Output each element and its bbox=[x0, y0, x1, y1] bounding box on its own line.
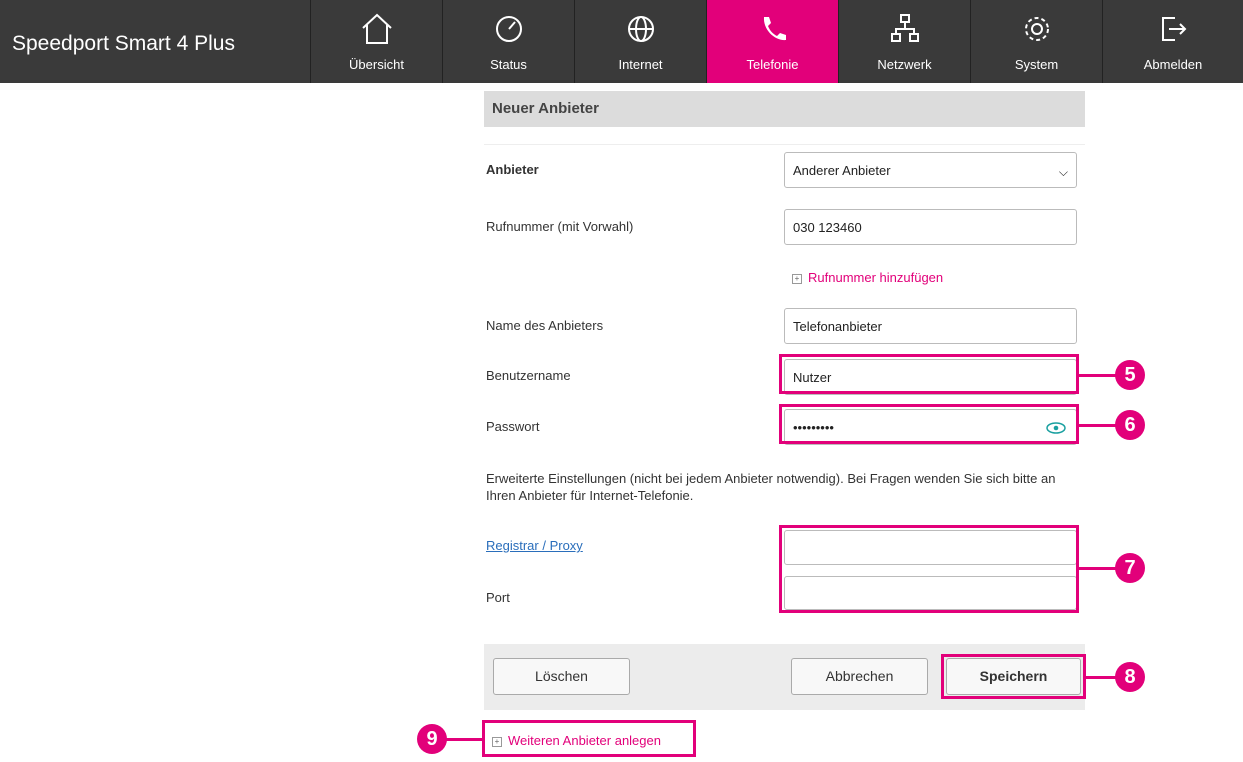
callout-badge-9: 9 bbox=[417, 724, 447, 754]
logout-icon bbox=[1162, 17, 1187, 41]
highlight-box-save bbox=[941, 654, 1086, 699]
phone-label: Rufnummer (mit Vorwahl) bbox=[486, 219, 634, 234]
network-icon bbox=[890, 14, 919, 42]
nav-item-status[interactable]: Status bbox=[442, 0, 574, 83]
highlight-box-add-provider bbox=[482, 720, 696, 757]
callout-line-6 bbox=[1079, 424, 1119, 427]
password-label: Passwort bbox=[486, 419, 540, 434]
panel-title: Neuer Anbieter bbox=[484, 91, 1085, 127]
brand-title: Speedport Smart 4 Plus bbox=[12, 32, 235, 55]
callout-badge-6: 6 bbox=[1115, 410, 1145, 440]
nav-item-internet[interactable]: Internet bbox=[574, 0, 706, 83]
nav-item-overview[interactable]: Übersicht bbox=[310, 0, 442, 83]
add-phone-number-label: Rufnummer hinzufügen bbox=[808, 270, 944, 285]
nav-label: Status bbox=[490, 57, 527, 72]
nav-item-logout[interactable]: Abmelden bbox=[1102, 0, 1243, 83]
username-label: Benutzername bbox=[486, 368, 571, 383]
plus-icon: + bbox=[792, 273, 802, 284]
nav-label: System bbox=[1014, 57, 1059, 72]
cancel-button[interactable]: Abbrechen bbox=[791, 658, 928, 695]
home-icon bbox=[361, 13, 392, 44]
provider-name-input[interactable]: Telefonanbieter bbox=[784, 308, 1077, 344]
provider-select[interactable]: Anderer Anbieter ⌵ bbox=[784, 152, 1077, 188]
chevron-down-icon: ⌵ bbox=[1058, 165, 1068, 179]
provider-label: Anbieter bbox=[486, 162, 539, 177]
highlight-box-advanced bbox=[779, 525, 1079, 613]
nav-label: Übersicht bbox=[349, 57, 404, 72]
nav-item-system[interactable]: System bbox=[970, 0, 1102, 83]
delete-button[interactable]: Löschen bbox=[493, 658, 630, 695]
phone-number-value: 030 123460 bbox=[793, 220, 862, 235]
callout-badge-8: 8 bbox=[1115, 662, 1145, 692]
advanced-settings-note: Erweiterte Einstellungen (nicht bei jede… bbox=[486, 471, 1056, 503]
nav-label: Abmelden bbox=[1143, 57, 1203, 72]
callout-badge-7: 7 bbox=[1115, 553, 1145, 583]
globe-icon bbox=[627, 16, 654, 42]
nav-label: Netzwerk bbox=[877, 57, 932, 72]
phone-icon bbox=[763, 17, 786, 41]
callout-line-5 bbox=[1079, 374, 1119, 377]
phone-number-input[interactable]: 030 123460 bbox=[784, 209, 1077, 245]
gear-icon bbox=[1024, 17, 1049, 41]
highlight-box-password bbox=[779, 404, 1079, 444]
add-phone-number-link[interactable]: + Rufnummer hinzufügen bbox=[792, 270, 943, 285]
provider-select-value: Anderer Anbieter bbox=[793, 163, 891, 178]
port-label: Port bbox=[486, 590, 510, 605]
nav-item-telephony[interactable]: Telefonie bbox=[706, 0, 838, 83]
callout-badge-5: 5 bbox=[1115, 360, 1145, 390]
nav-label: Telefonie bbox=[746, 57, 799, 72]
top-navigation-bar: Speedport Smart 4 Plus Übersicht Status … bbox=[0, 0, 1243, 83]
highlight-box-username bbox=[779, 354, 1079, 394]
callout-line-9 bbox=[446, 738, 482, 741]
nav-item-network[interactable]: Netzwerk bbox=[838, 0, 970, 83]
provider-name-label: Name des Anbieters bbox=[486, 318, 604, 333]
gauge-icon bbox=[495, 16, 522, 42]
provider-name-value: Telefonanbieter bbox=[793, 319, 882, 334]
registrar-proxy-link[interactable]: Registrar / Proxy bbox=[486, 538, 583, 553]
nav-label: Internet bbox=[618, 57, 663, 72]
callout-line-7 bbox=[1079, 567, 1119, 570]
